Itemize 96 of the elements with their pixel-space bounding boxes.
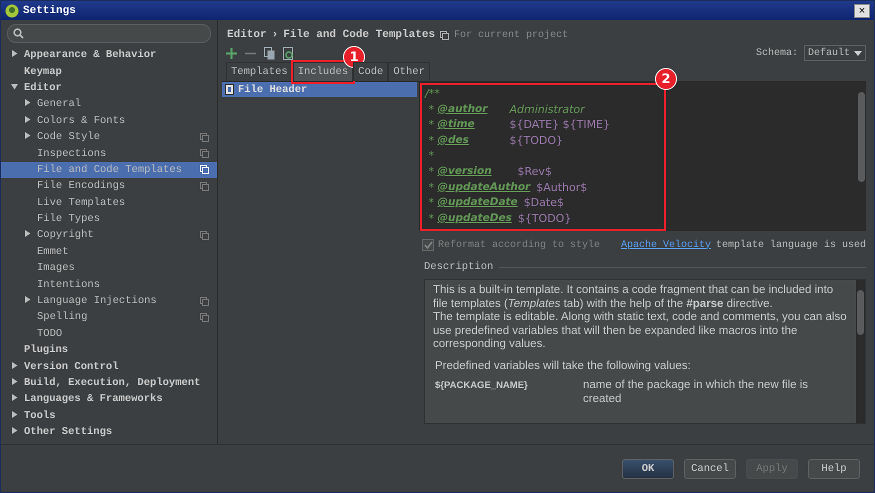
tree-item[interactable]: Live Templates — [1, 194, 217, 211]
caret-icon — [854, 50, 862, 56]
callout-badge: 2 — [655, 68, 677, 90]
comment-prefix: * — [427, 195, 435, 211]
variable-description: name of the package in which the new file is created — [583, 379, 810, 406]
breadcrumb-parent: Editor — [227, 29, 267, 41]
tree-item[interactable]: Intentions — [1, 276, 217, 293]
tag-value: ${TODO} — [518, 210, 572, 226]
tab[interactable]: Templates — [226, 62, 293, 81]
tab[interactable]: Other — [388, 62, 430, 81]
tree-item[interactable]: Appearance & Behavior — [1, 47, 217, 64]
dialog-button[interactable]: Cancel — [684, 458, 736, 478]
schema-label: Schema: — [756, 48, 798, 58]
project-scope-icon — [440, 30, 450, 40]
tree-item[interactable]: Language Injections — [1, 292, 217, 310]
collapsed-arrow-icon[interactable] — [24, 116, 31, 123]
android-logo-icon — [5, 4, 19, 18]
scrollbar[interactable] — [856, 280, 865, 423]
tag-value: ${TODO} — [510, 132, 564, 148]
tag-value: Administrator — [510, 102, 585, 118]
velocity-link[interactable]: Apache Velocity — [620, 240, 711, 250]
tree-item[interactable]: Copyright — [1, 227, 217, 244]
tree-item[interactable]: File Types — [1, 210, 217, 228]
tree-item[interactable]: Build, Execution, Deployment — [1, 374, 217, 392]
tree-item[interactable]: Tools — [1, 408, 217, 424]
description-text: The template is editable. Along with static text, code and comments, you can also use predefined variables that will then be expanded like macros into the corresponding values. — [433, 311, 848, 352]
collapsed-arrow-icon[interactable] — [11, 394, 18, 402]
doc-tag: @updateAuthor — [438, 180, 536, 196]
close-button[interactable]: × — [854, 4, 870, 18]
code-line: /** — [425, 86, 440, 102]
checkbox-label: Reformat according to style — [438, 240, 600, 250]
section-title: Description — [424, 261, 494, 273]
comment-prefix: * — [427, 210, 435, 226]
tree-item[interactable]: Emmet — [1, 244, 217, 260]
template-item[interactable]: File Header — [222, 82, 417, 97]
add-icon[interactable] — [226, 48, 237, 58]
tree-item[interactable]: General — [1, 96, 217, 113]
tree-item[interactable]: File Encodings — [1, 178, 217, 195]
doc-tag: @author — [438, 102, 510, 118]
tag-value: $Author$ — [536, 180, 588, 196]
copy-icon[interactable] — [264, 46, 275, 60]
breadcrumb-current: File and Code Templates — [283, 29, 436, 41]
collapsed-arrow-icon[interactable] — [24, 296, 31, 304]
tree-item[interactable]: Colors & Fonts — [1, 112, 217, 129]
tree-item[interactable]: Version Control — [1, 358, 217, 375]
collapsed-arrow-icon[interactable] — [11, 50, 18, 58]
tree-item[interactable]: Images — [1, 260, 217, 276]
tree-item[interactable]: Languages & Frameworks — [1, 391, 217, 408]
expanded-arrow-icon[interactable] — [11, 82, 18, 90]
schema-dropdown[interactable]: Default — [804, 45, 866, 61]
template-language-note: template language is used — [716, 240, 866, 250]
tab[interactable]: Includes — [292, 62, 354, 81]
tree-item[interactable]: Spelling — [1, 309, 217, 326]
tag-value: ${DATE} ${TIME} — [510, 117, 610, 133]
comment-prefix: * — [427, 164, 435, 180]
variable-name: ${PACKAGE_NAME} — [434, 379, 529, 393]
scope-label: For current project — [454, 30, 568, 40]
doc-tag: @version — [438, 164, 518, 180]
tree-item[interactable]: Editor — [1, 80, 217, 96]
comment-prefix: * — [427, 102, 435, 118]
tree-item[interactable]: Keymap — [1, 63, 217, 80]
variables-intro: Predefined variables will take the following values: — [435, 360, 692, 373]
doc-tag: @updateDes — [438, 210, 518, 226]
collapsed-arrow-icon[interactable] — [11, 362, 18, 369]
file-icon — [225, 84, 234, 95]
tab[interactable]: Code — [353, 62, 388, 81]
code-line: * — [427, 148, 434, 164]
collapsed-arrow-icon[interactable] — [24, 99, 31, 106]
search-icon — [13, 28, 24, 39]
check-icon — [424, 241, 432, 249]
comment-prefix: * — [427, 180, 435, 196]
tag-value: $Rev$ — [518, 164, 552, 180]
tag-value: $Date$ — [524, 195, 564, 211]
breadcrumb-separator: › — [272, 29, 278, 41]
tree-item[interactable]: Plugins — [1, 342, 217, 358]
collapsed-arrow-icon[interactable] — [11, 410, 18, 418]
doc-tag: @updateDate — [438, 195, 524, 211]
tree-item[interactable]: Code Style — [1, 128, 217, 146]
dialog-button[interactable]: OK — [622, 458, 674, 478]
window-title: Settings — [23, 4, 76, 16]
tree-item[interactable]: Other Settings — [1, 424, 217, 440]
doc-tag: @des — [438, 132, 510, 148]
tree-item[interactable]: Inspections — [1, 145, 217, 162]
collapsed-arrow-icon[interactable] — [11, 427, 18, 434]
tree-item[interactable]: TODO — [1, 326, 217, 342]
comment-prefix: * — [427, 132, 435, 148]
description-text: This is a built-in template. It contains a code fragment that can be included into file templates (Templates tab) with the help of the #parse directive. — [433, 284, 834, 311]
doc-tag: @time — [438, 117, 510, 133]
search-field[interactable] — [7, 24, 211, 43]
collapsed-arrow-icon[interactable] — [24, 230, 31, 238]
collapsed-arrow-icon[interactable] — [24, 132, 31, 140]
code-editor[interactable]: /** * @author Administrator * @time ${DATE} ${TIME} * @des ${TODO} * * @version $Rev$ * @updateAuthor $Author$ * @updateDate $Date$ * @updateDes ${TODO} — [419, 82, 866, 231]
comment-prefix: * — [427, 117, 435, 133]
dialog-button[interactable]: Help — [808, 458, 860, 478]
collapsed-arrow-icon[interactable] — [11, 378, 18, 385]
reset-icon[interactable] — [283, 46, 294, 60]
